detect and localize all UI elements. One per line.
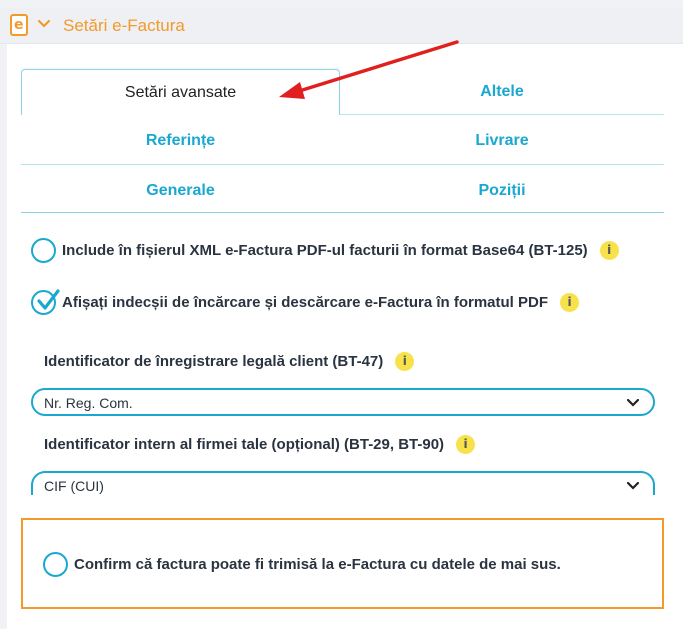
tab-divider (21, 212, 664, 213)
include-pdf-checkbox[interactable] (31, 238, 56, 263)
show-indecsii-option[interactable]: Afișați indecșii de încărcare și descărc… (31, 289, 580, 315)
tab-references[interactable]: Referințe (21, 118, 340, 164)
legal-id-label-text: Identificator de înregistrare legală cli… (44, 353, 384, 370)
tab-delivery[interactable]: Livrare (340, 118, 664, 164)
confirm-checkbox[interactable] (43, 552, 68, 577)
internal-id-select-value: CIF (CUI) (44, 478, 104, 494)
tab-advanced-settings[interactable]: Setări avansate (21, 69, 340, 115)
tab-divider (340, 114, 664, 115)
info-icon[interactable]: i (395, 352, 415, 371)
tab-other[interactable]: Altele (340, 69, 664, 115)
internal-id-select[interactable]: CIF (CUI) (31, 471, 655, 495)
checkmark-icon (37, 289, 60, 310)
tab-positions[interactable]: Poziții (340, 168, 664, 214)
chevron-down-icon (627, 482, 639, 490)
internal-id-label-text: Identificator intern al firmei tale (opț… (44, 436, 445, 453)
section-title: Setări e-Factura (63, 16, 185, 35)
info-icon[interactable]: i (560, 293, 580, 312)
show-indecsii-label: Afișați indecșii de încărcare și descărc… (62, 294, 549, 311)
chevron-down-icon (627, 399, 639, 407)
legal-id-field-label: Identificator de înregistrare legală cli… (44, 352, 415, 371)
tab-divider (21, 164, 664, 165)
tab-general[interactable]: Generale (21, 168, 340, 214)
info-icon[interactable]: i (456, 435, 476, 454)
efactura-icon-letter: e (14, 17, 24, 33)
legal-id-select-value: Nr. Reg. Com. (44, 395, 133, 411)
section-header[interactable]: e Setări e-Factura (0, 8, 683, 44)
confirm-option[interactable]: Confirm că factura poate fi trimisă la e… (43, 552, 561, 577)
chevron-down-icon[interactable] (37, 17, 51, 31)
include-pdf-option[interactable]: Include în fișierul XML e-Factura PDF-ul… (31, 238, 619, 263)
show-indecsii-checkbox[interactable] (31, 289, 60, 315)
efactura-icon: e (10, 14, 28, 36)
include-pdf-label: Include în fișierul XML e-Factura PDF-ul… (62, 242, 588, 259)
internal-id-field-label: Identificator intern al firmei tale (opț… (44, 435, 476, 454)
confirm-label: Confirm că factura poate fi trimisă la e… (74, 556, 561, 573)
legal-id-select[interactable]: Nr. Reg. Com. (31, 388, 655, 416)
confirm-box: Confirm că factura poate fi trimisă la e… (21, 518, 664, 609)
info-icon[interactable]: i (599, 241, 619, 260)
